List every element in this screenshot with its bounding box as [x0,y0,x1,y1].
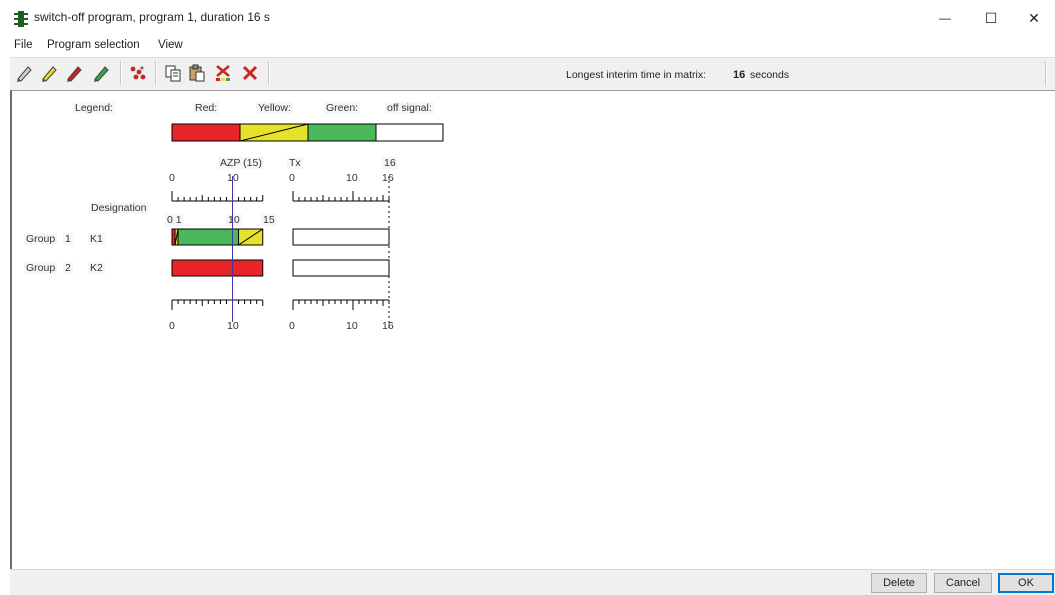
group1-green-segment [177,228,240,246]
group1-off-signal-box [292,228,390,246]
cancel-button[interactable]: Cancel [934,573,992,593]
delete-button[interactable]: Delete [871,573,927,593]
ok-button[interactable]: OK [998,573,1054,593]
timing-diagram [171,176,390,330]
group2-red-segment [171,259,264,277]
group2-off-signal-box [292,259,390,277]
